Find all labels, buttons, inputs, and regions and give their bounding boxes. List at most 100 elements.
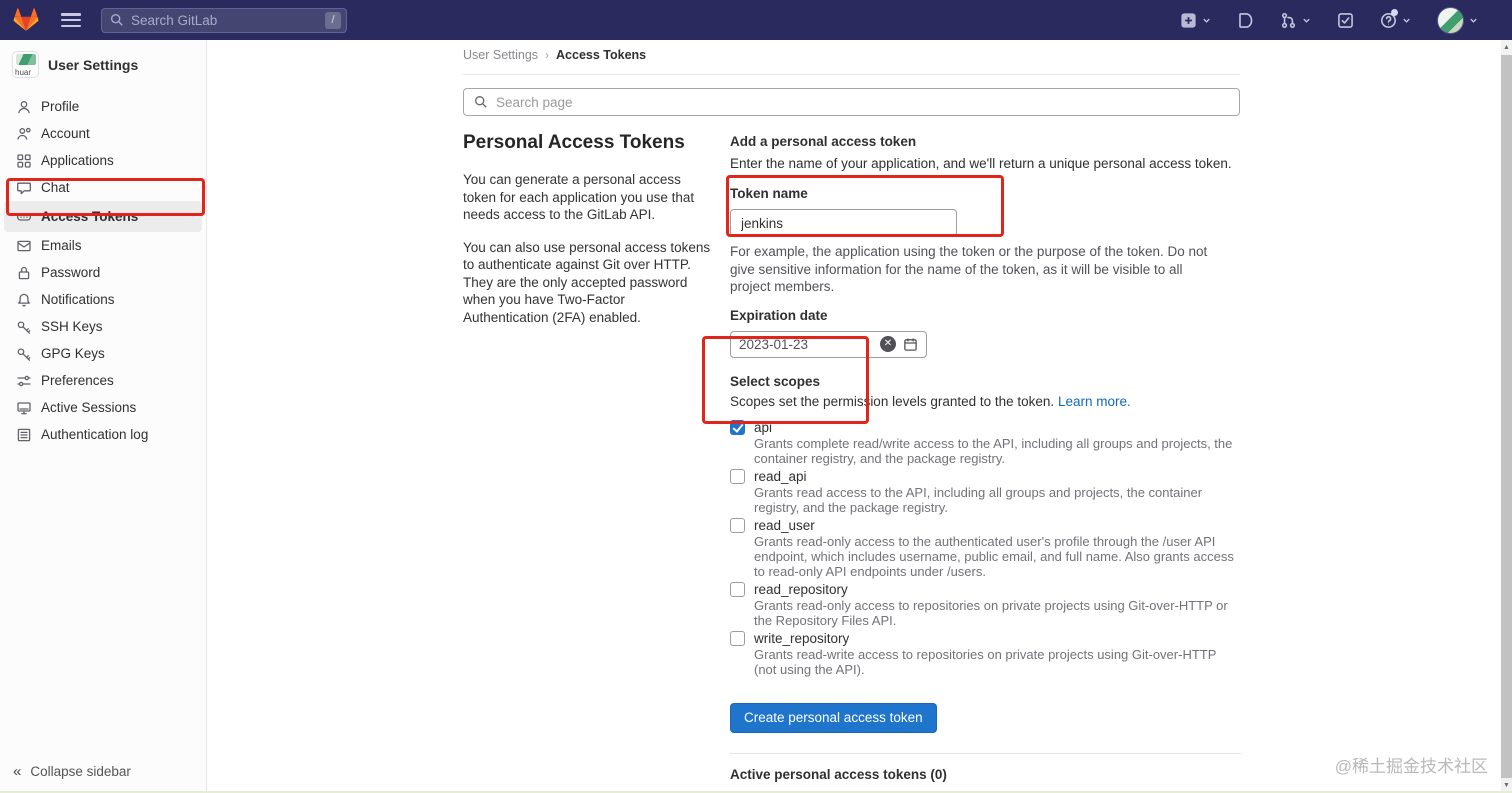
scope-description: Grants read-only access to the authentic… [754,533,1234,579]
log-list-icon [17,428,31,441]
scope-description: Grants read-write access to repositories… [754,646,1217,677]
plus-square-icon [1181,12,1196,28]
expiration-date-input[interactable] [739,336,880,352]
sidebar-item-notifications[interactable]: Notifications [4,286,202,313]
search-icon [475,96,487,108]
scope-write-repository: write_repository Grants read-write acces… [730,630,1241,677]
issues-icon [1239,12,1253,28]
scope-read-repository: read_repository Grants read-only access … [730,581,1241,628]
sidebar-item-chat[interactable]: Chat [4,174,202,201]
sidebar-item-profile[interactable]: Profile [4,93,202,120]
global-search[interactable]: / [101,7,347,33]
scope-name: read_user [754,517,815,533]
monitor-icon [17,401,31,414]
create-token-button[interactable]: Create personal access token [730,702,937,733]
chat-bubble-icon [17,182,31,194]
scope-read-user: read_user Grants read-only access to the… [730,517,1241,579]
search-shortcut-badge: / [325,11,341,29]
sidebar-item-active-sessions[interactable]: Active Sessions [4,394,202,421]
chevron-down-icon [1470,18,1477,23]
scope-name: api [754,419,773,435]
write-repository-checkbox[interactable] [730,630,745,646]
token-name-input[interactable] [730,209,957,237]
bell-icon [18,293,30,307]
vertical-scrollbar[interactable]: ▲ ▼ [1501,40,1512,793]
gitlab-logo-icon[interactable] [13,8,39,32]
read-user-checkbox[interactable] [730,517,745,533]
lock-icon [18,266,30,279]
read-repository-checkbox[interactable] [730,581,745,597]
page-search-input[interactable] [496,94,1229,110]
top-navbar: / [0,0,1512,40]
user-menu-button[interactable] [1437,6,1478,34]
scroll-up-arrow-icon[interactable]: ▲ [1501,40,1512,55]
user-settings-avatar: huar [12,51,39,78]
token-name-label: Token name [730,186,808,201]
key-icon [17,320,31,334]
page-search[interactable] [463,88,1240,116]
add-token-description: Enter the name of your application, and … [730,156,1232,171]
calendar-icon[interactable] [903,337,918,352]
notification-dot [1391,8,1398,16]
email-envelope-icon [17,240,31,251]
active-tokens-title: Active personal access tokens (0) [730,766,947,782]
sidebar-item-authentication-log[interactable]: Authentication log [4,421,202,448]
sidebar-item-account[interactable]: Account [4,120,202,147]
profile-icon [18,100,30,113]
account-icon [17,127,31,140]
global-search-input[interactable] [131,12,325,28]
breadcrumb-user-settings[interactable]: User Settings [463,48,538,62]
page-title: Personal Access Tokens [463,132,685,153]
sidebar-item-gpg-keys[interactable]: GPG Keys [4,340,202,367]
clear-date-icon[interactable]: ✕ [880,336,896,352]
section-divider [730,752,1241,754]
sidebar-title: User Settings [48,56,139,73]
user-avatar [1437,6,1464,34]
sidebar-header: huar User Settings [0,40,206,87]
scope-description: Grants complete read/write access to the… [754,435,1233,466]
intro-paragraph-1: You can generate a personal access token… [463,172,695,222]
menu-hamburger-icon[interactable] [61,13,81,27]
intro-paragraph-2: You can also use personal access tokens … [463,239,711,325]
sidebar-item-ssh-keys[interactable]: SSH Keys [4,313,202,340]
read-api-checkbox[interactable] [730,468,745,484]
new-menu-button[interactable] [1180,12,1211,29]
scope-description: Grants read access to the API, including… [754,484,1203,515]
breadcrumb-current: Access Tokens [556,48,647,62]
sidebar-item-emails[interactable]: Emails [4,232,202,259]
watermark-text: @稀土掘金技术社区 [1334,757,1488,776]
chevron-down-icon [1403,18,1410,23]
scope-list: api Grants complete read/write access to… [730,419,1241,677]
issues-button[interactable] [1237,12,1254,29]
settings-sidebar: huar User Settings Profile Account Appli… [0,40,207,793]
expiration-date-field[interactable]: ✕ [730,330,927,358]
intro-column: Personal Access Tokens You can generate … [463,132,713,793]
todo-check-icon [1338,12,1353,28]
learn-more-link[interactable]: Learn more. [1058,394,1131,409]
scope-name: write_repository [754,630,850,646]
key-icon [17,347,31,361]
sidebar-item-applications[interactable]: Applications [4,147,202,174]
todos-button[interactable] [1337,12,1354,29]
scope-name: read_repository [754,581,848,597]
sidebar-item-access-tokens[interactable]: Access Tokens [4,201,202,232]
chevron-down-icon [1203,18,1210,23]
api-checkbox[interactable] [730,419,745,435]
token-pill-icon [16,213,32,221]
scope-name: read_api [754,468,807,484]
sidebar-item-password[interactable]: Password [4,259,202,286]
sidebar-item-preferences[interactable]: Preferences [4,367,202,394]
scope-api: api Grants complete read/write access to… [730,419,1241,466]
select-scopes-title: Select scopes [730,373,821,389]
select-scopes-description: Scopes set the permission levels granted… [730,393,1131,409]
collapse-chevrons-icon: « [13,762,22,780]
merge-request-icon [1281,12,1296,28]
collapse-label: Collapse sidebar [30,763,131,779]
help-button[interactable] [1380,8,1411,29]
scope-read-api: read_api Grants read access to the API, … [730,468,1241,515]
breadcrumb: User Settings › Access Tokens [463,48,1240,75]
merge-requests-button[interactable] [1280,12,1311,29]
collapse-sidebar-button[interactable]: « Collapse sidebar [0,757,206,785]
chevron-down-icon [1303,18,1310,23]
search-icon [110,13,123,26]
